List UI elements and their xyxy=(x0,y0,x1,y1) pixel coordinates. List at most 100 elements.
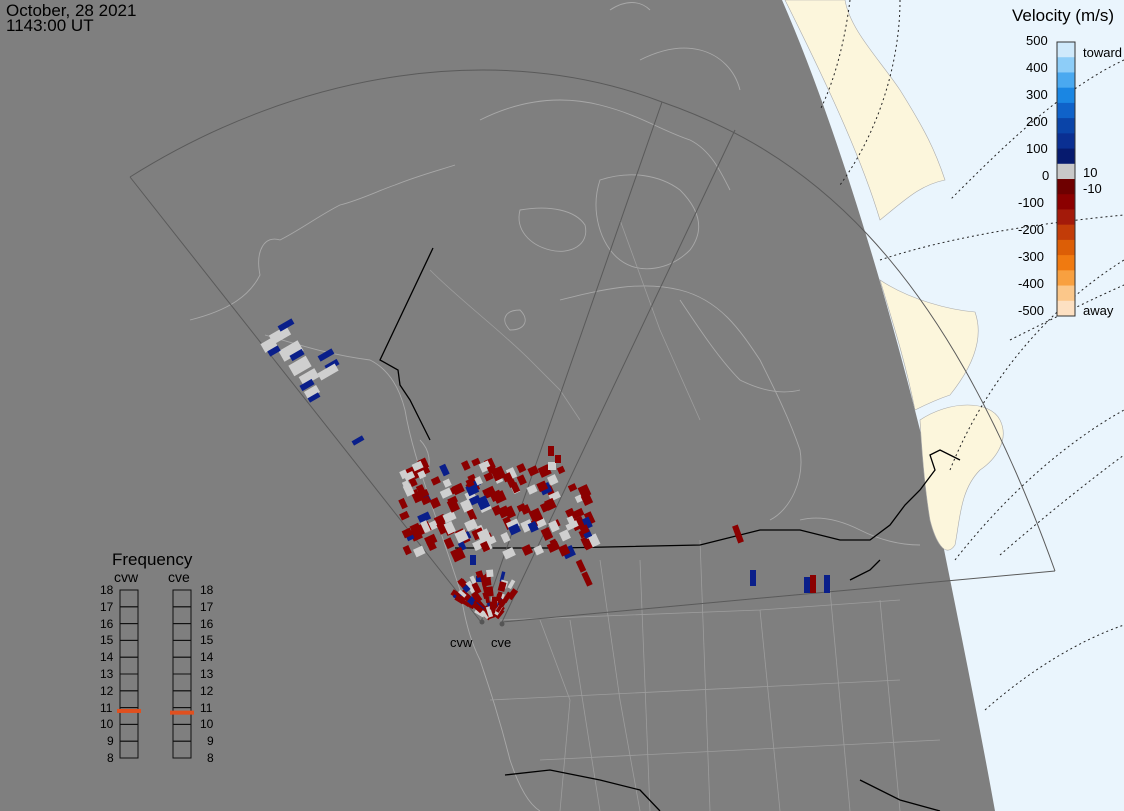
frequency-scale-label: 17 xyxy=(100,599,114,614)
echo-cell xyxy=(548,446,554,456)
echo-cell xyxy=(575,559,587,573)
echo-cell xyxy=(548,462,556,470)
colorbar-segment xyxy=(1057,239,1075,256)
radar-site-cvw-marker xyxy=(479,619,485,625)
coastlines xyxy=(189,2,921,811)
frequency-scale-label: 10 xyxy=(200,717,214,732)
echo-cell xyxy=(464,518,478,532)
frequency-cell xyxy=(172,707,192,725)
frequency-scale-label: 13 xyxy=(200,667,214,681)
frequency-scale-label: 18 xyxy=(100,583,114,597)
velocity-tick-label: -300 xyxy=(1018,249,1045,264)
frequency-scale-label: 14 xyxy=(100,650,114,665)
frequency-scale-label: 13 xyxy=(100,667,114,681)
echo-cell xyxy=(443,537,455,550)
radar-site-cve-label: cve xyxy=(491,635,512,650)
frequency-panel-title: Frequency xyxy=(112,550,193,569)
radar-map-view: October, 28 2021 1143:00 UT Velocity (m/… xyxy=(0,0,1124,811)
colorbar-segment xyxy=(1057,118,1075,134)
echo-cell xyxy=(810,575,816,593)
time-label: 1143:00 UT xyxy=(6,16,94,35)
radar-site-cve-marker xyxy=(499,621,505,627)
frequency-scale-label: 15 xyxy=(200,633,214,648)
international-borders xyxy=(379,247,961,811)
echo-cell xyxy=(430,476,441,486)
echo-cell xyxy=(559,529,571,542)
toward-label: toward xyxy=(1083,45,1123,60)
frequency-scale-label: 11 xyxy=(100,700,113,715)
velocity-colorbar xyxy=(1056,41,1076,317)
colorbar-segment xyxy=(1057,72,1075,89)
frequency-boxes xyxy=(117,589,194,759)
colorbar-segment xyxy=(1057,163,1075,180)
velocity-tick-label: -400 xyxy=(1018,276,1045,291)
colorbar-segment xyxy=(1057,255,1075,271)
frequency-cell xyxy=(119,623,139,641)
frequency-scale-label: 14 xyxy=(200,650,214,665)
echo-cell xyxy=(413,545,426,558)
velocity-tick-label: -200 xyxy=(1018,222,1045,237)
echo-cell xyxy=(507,579,516,590)
echo-cell xyxy=(546,540,561,553)
frequency-scale-label: 16 xyxy=(200,616,214,631)
echo-cell xyxy=(516,474,527,486)
echo-cell xyxy=(429,497,441,509)
frequency-marker-cve xyxy=(170,710,194,715)
frequency-scale-label: 12 xyxy=(200,683,214,698)
echo-cell xyxy=(398,497,408,510)
echo-cell xyxy=(439,463,450,477)
frequency-scale-label: 9 xyxy=(107,734,114,749)
echo-cell xyxy=(521,544,534,556)
frequency-cell xyxy=(119,690,139,709)
zero-plus-label: 10 xyxy=(1083,165,1098,180)
map-canvas xyxy=(117,0,1124,811)
echo-cell xyxy=(516,463,527,474)
echo-cell xyxy=(402,545,412,556)
frequency-column-cve-label: cve xyxy=(168,569,190,585)
frequency-marker-cvw xyxy=(117,708,141,713)
frequency-cell xyxy=(119,673,139,692)
frequency-scale-label: 10 xyxy=(100,717,114,732)
frequency-cell xyxy=(172,606,192,625)
echo-cell xyxy=(489,601,496,610)
colorbar-segment xyxy=(1057,42,1075,58)
frequency-scale-label: 15 xyxy=(100,633,114,648)
velocity-tick-label: -500 xyxy=(1018,303,1045,318)
radar-site-cvw-label: cvw xyxy=(450,635,473,650)
frequency-scale-label: 9 xyxy=(207,734,214,749)
colorbar-segment xyxy=(1057,194,1075,210)
echo-cell xyxy=(555,455,561,463)
frequency-cell xyxy=(172,656,192,675)
echo-cell xyxy=(824,575,830,593)
colorbar-segment xyxy=(1057,87,1075,104)
velocity-tick-label: 200 xyxy=(1026,114,1048,129)
frequency-cell xyxy=(172,690,192,709)
frequency-scale-label: 16 xyxy=(100,616,114,631)
away-label: away xyxy=(1083,303,1114,318)
echo-cell xyxy=(442,478,452,488)
frequency-scale-label: 8 xyxy=(107,751,114,765)
colorbar-segment xyxy=(1057,270,1075,287)
frequency-cell xyxy=(119,656,139,675)
echo-cell xyxy=(399,510,410,521)
velocity-scale-title: Velocity (m/s) xyxy=(1012,6,1115,25)
colorbar-segment xyxy=(1057,300,1075,317)
frequency-scale-label: 8 xyxy=(207,751,214,765)
velocity-tick-label: 300 xyxy=(1026,87,1048,102)
colorbar-segment xyxy=(1057,285,1075,302)
velocity-data-cells xyxy=(260,318,830,621)
echo-cell xyxy=(470,555,476,565)
echo-cell xyxy=(804,577,810,593)
frequency-cell xyxy=(172,623,192,641)
colorbar-segment xyxy=(1057,179,1075,195)
velocity-tick-label: 100 xyxy=(1026,141,1048,156)
echo-cell xyxy=(486,569,494,578)
echo-cell xyxy=(533,544,545,556)
echo-cell xyxy=(556,465,566,475)
echo-cell xyxy=(461,460,471,471)
frequency-cell xyxy=(172,723,192,742)
velocity-tick-label: 500 xyxy=(1026,33,1048,48)
velocity-tick-label: 400 xyxy=(1026,60,1048,75)
frequency-cell xyxy=(119,606,139,625)
frequency-cell xyxy=(172,673,192,692)
